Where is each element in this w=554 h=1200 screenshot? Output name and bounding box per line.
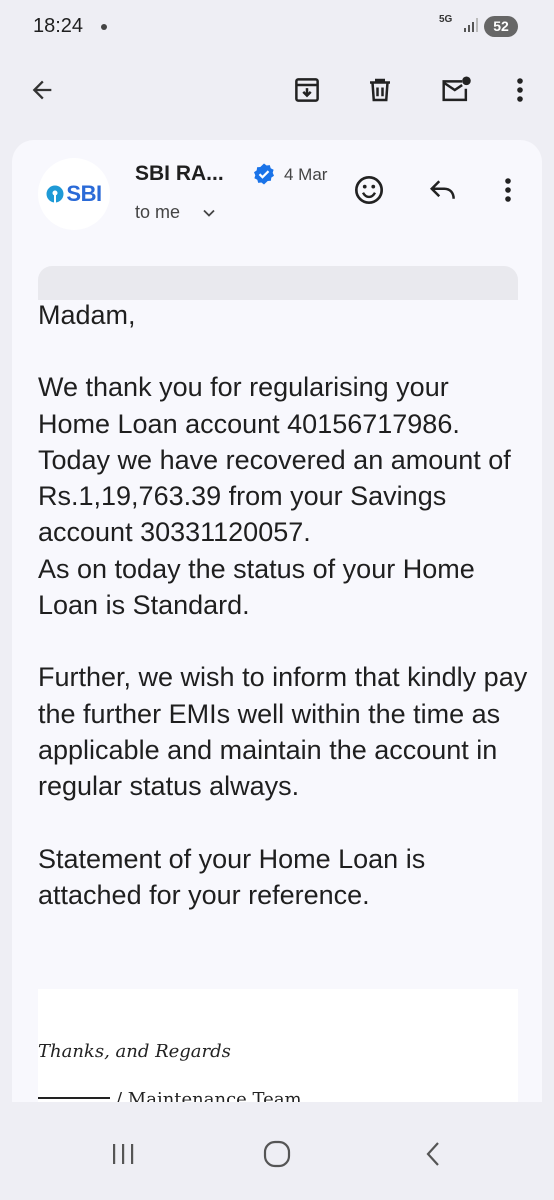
body-paragraph: Further, we wish to inform that kindly p… bbox=[38, 662, 528, 802]
body-paragraph: We thank you for regularising your Home … bbox=[38, 372, 511, 548]
delete-button[interactable] bbox=[358, 68, 402, 112]
add-reaction-button[interactable] bbox=[347, 168, 391, 212]
recipient-label[interactable]: to me bbox=[135, 202, 180, 223]
archive-button[interactable] bbox=[285, 68, 329, 112]
more-vert-icon bbox=[505, 178, 511, 202]
mark-unread-button[interactable] bbox=[434, 68, 478, 112]
status-time: 18:24 bbox=[33, 15, 84, 37]
verified-badge-icon bbox=[254, 163, 274, 185]
body-paragraph: Statement of your Home Loan is attached … bbox=[38, 843, 426, 910]
emoji-icon bbox=[355, 176, 383, 204]
email-toolbar bbox=[0, 56, 554, 126]
back-chevron-icon bbox=[426, 1142, 439, 1166]
signature-block: Thanks, and Regards / Maintenance Team bbox=[38, 989, 518, 1102]
mail-unread-icon bbox=[442, 76, 471, 102]
sbi-logo-icon bbox=[46, 185, 64, 203]
signal-icon bbox=[464, 18, 478, 32]
greeting: Madam, bbox=[38, 300, 136, 330]
reply-icon bbox=[429, 180, 455, 199]
reply-button[interactable] bbox=[421, 168, 465, 212]
arrow-left-icon bbox=[32, 80, 52, 100]
recent-apps-icon bbox=[113, 1144, 134, 1164]
email-body: Madam, We thank you for regularising you… bbox=[38, 297, 528, 913]
signature-team: / Maintenance Team bbox=[116, 1089, 302, 1102]
signature-divider bbox=[38, 1097, 110, 1099]
email-card: SBI SBI RA... 4 Mar to me Madam, We than… bbox=[12, 140, 542, 1102]
archive-icon bbox=[295, 78, 319, 102]
sender-avatar[interactable]: SBI bbox=[38, 158, 110, 230]
status-bar: 18:24 5G 52 bbox=[0, 0, 554, 56]
battery-indicator: 52 bbox=[484, 16, 518, 37]
email-date: 4 Mar bbox=[284, 165, 328, 184]
signature-text: Thanks, and Regards bbox=[38, 1041, 231, 1062]
network-type-label: 5G bbox=[439, 14, 453, 25]
body-paragraph: As on today the status of your Home Loan… bbox=[38, 553, 475, 621]
sender-name[interactable]: SBI RA... bbox=[135, 162, 224, 186]
sbi-logo-text: SBI bbox=[66, 181, 102, 206]
back-button[interactable] bbox=[20, 68, 64, 112]
more-options-button[interactable] bbox=[498, 68, 542, 112]
email-more-button[interactable] bbox=[486, 168, 530, 212]
home-icon bbox=[263, 1140, 291, 1168]
recent-apps-button[interactable] bbox=[98, 1134, 148, 1174]
more-vert-icon bbox=[517, 78, 523, 102]
chevron-down-icon[interactable] bbox=[202, 206, 216, 220]
system-nav-bar bbox=[0, 1102, 554, 1200]
quoted-header-strip bbox=[38, 266, 518, 300]
home-button[interactable] bbox=[252, 1134, 302, 1174]
nav-back-button[interactable] bbox=[408, 1134, 458, 1174]
sbi-logo: SBI bbox=[46, 181, 102, 207]
trash-icon bbox=[370, 78, 390, 102]
notification-dot-icon bbox=[101, 24, 107, 30]
